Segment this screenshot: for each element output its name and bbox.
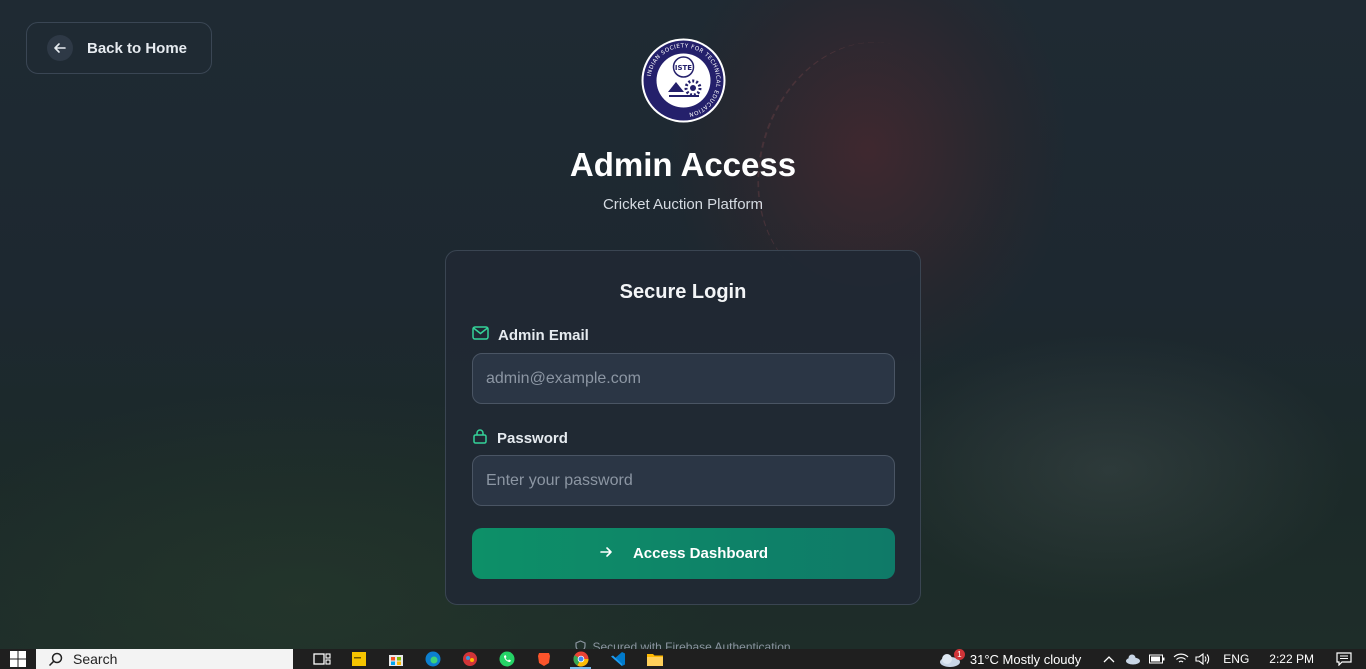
search-icon bbox=[48, 652, 63, 666]
login-card-title: Secure Login bbox=[619, 281, 747, 303]
email-label: Admin Email bbox=[472, 326, 589, 344]
sticky-notes-icon[interactable] bbox=[340, 649, 377, 669]
clock[interactable]: 2:22 PM bbox=[1269, 652, 1314, 666]
logo-text: ISTE bbox=[675, 64, 692, 72]
chrome-icon[interactable] bbox=[562, 649, 599, 669]
system-tray: 1 31°C Mostly cloudy ENG 2:22 PM bbox=[938, 649, 1366, 669]
edge-icon[interactable] bbox=[414, 649, 451, 669]
password-field[interactable] bbox=[472, 455, 895, 506]
email-label-text: Admin Email bbox=[498, 326, 589, 344]
back-to-home-button[interactable]: Back to Home bbox=[26, 22, 212, 74]
weather-widget[interactable]: 1 bbox=[938, 649, 965, 668]
volume-icon[interactable] bbox=[1195, 653, 1211, 665]
back-to-home-label: Back to Home bbox=[87, 39, 188, 57]
login-card: Secure Login Admin Email Password Access… bbox=[445, 250, 921, 605]
chevron-up-icon[interactable] bbox=[1103, 655, 1115, 663]
battery-icon[interactable] bbox=[1149, 654, 1165, 664]
access-dashboard-label: Access Dashboard bbox=[632, 545, 769, 562]
weather-text: 31°C Mostly cloudy bbox=[969, 651, 1082, 667]
page-title: Admin Access bbox=[569, 146, 797, 183]
notifications-icon[interactable] bbox=[1336, 652, 1352, 666]
email-field[interactable] bbox=[472, 353, 895, 404]
iste-logo: ISTE INDIAN SOCIETY FOR TECHNICAL EDUCAT… bbox=[641, 38, 726, 123]
language-indicator[interactable]: ENG bbox=[1223, 652, 1249, 666]
brave-icon[interactable] bbox=[525, 649, 562, 669]
whatsapp-icon[interactable] bbox=[488, 649, 525, 669]
arrow-right-icon bbox=[599, 545, 613, 563]
taskbar-search-label: Search bbox=[73, 651, 118, 667]
taskbar-search[interactable]: Search bbox=[36, 649, 293, 669]
page-subtitle: Cricket Auction Platform bbox=[602, 196, 764, 213]
password-label: Password bbox=[472, 428, 568, 448]
windows-taskbar: Search 1 31°C Mostly cloudy ENG 2:22 PM bbox=[0, 649, 1366, 669]
task-view-icon[interactable] bbox=[303, 649, 340, 669]
lock-icon bbox=[472, 428, 488, 448]
password-label-text: Password bbox=[497, 429, 568, 447]
windows-icon bbox=[10, 651, 26, 667]
arrow-left-icon bbox=[47, 35, 73, 61]
vscode-icon[interactable] bbox=[599, 649, 636, 669]
access-dashboard-button[interactable]: Access Dashboard bbox=[472, 528, 895, 579]
weather-badge: 1 bbox=[953, 649, 965, 660]
mail-icon bbox=[472, 326, 489, 344]
paint-icon[interactable] bbox=[451, 649, 488, 669]
start-button[interactable] bbox=[0, 649, 36, 669]
wifi-icon[interactable] bbox=[1173, 653, 1189, 665]
onedrive-icon[interactable] bbox=[1125, 653, 1141, 665]
store-icon[interactable] bbox=[377, 649, 414, 669]
file-explorer-icon[interactable] bbox=[636, 649, 673, 669]
